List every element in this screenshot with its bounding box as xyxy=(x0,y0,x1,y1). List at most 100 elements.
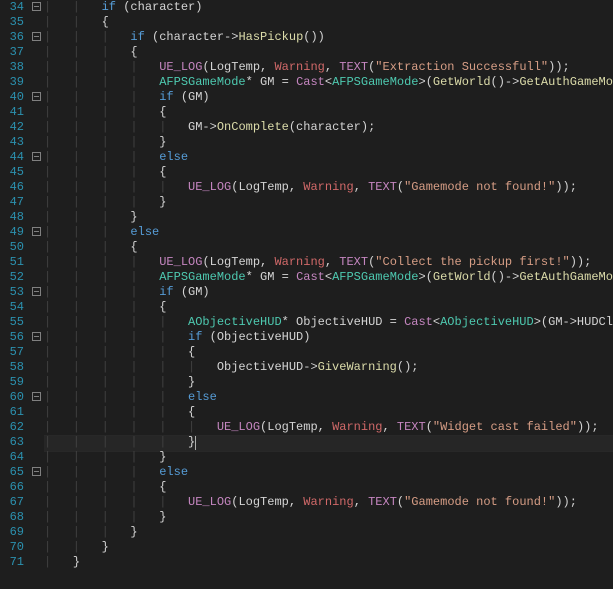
fold-cell[interactable] xyxy=(32,450,44,465)
code-line[interactable]: | | | | } xyxy=(44,135,613,150)
code-line[interactable]: | | | | | } xyxy=(44,435,613,450)
fold-cell[interactable] xyxy=(32,105,44,120)
line-number: 67 xyxy=(0,495,24,510)
code-line[interactable]: | | | | | AObjectiveHUD* ObjectiveHUD = … xyxy=(44,315,613,330)
code-line[interactable]: | | | { xyxy=(44,45,613,60)
fold-cell[interactable] xyxy=(32,525,44,540)
code-line[interactable]: | | | else xyxy=(44,225,613,240)
fold-minus-icon[interactable] xyxy=(32,0,44,15)
fold-cell[interactable] xyxy=(32,240,44,255)
code-line[interactable]: | } xyxy=(44,555,613,570)
code-line[interactable]: | | | | UE_LOG(LogTemp, Warning, TEXT("C… xyxy=(44,255,613,270)
code-line[interactable]: | | | if (character->HasPickup()) xyxy=(44,30,613,45)
fold-cell[interactable] xyxy=(32,480,44,495)
code-line[interactable]: | | | | AFPSGameMode* GM = Cast<AFPSGame… xyxy=(44,270,613,285)
fold-minus-icon[interactable] xyxy=(32,465,44,480)
code-line[interactable]: | | | } xyxy=(44,525,613,540)
fold-cell[interactable] xyxy=(32,120,44,135)
fold-cell[interactable] xyxy=(32,540,44,555)
line-number: 51 xyxy=(0,255,24,270)
fold-cell[interactable] xyxy=(32,180,44,195)
code-area[interactable]: | | if (character)| | {| | | if (charact… xyxy=(44,0,613,570)
line-number: 68 xyxy=(0,510,24,525)
fold-cell[interactable] xyxy=(32,195,44,210)
code-line[interactable]: | | | | | | ObjectiveHUD->GiveWarning(); xyxy=(44,360,613,375)
fold-cell[interactable] xyxy=(32,165,44,180)
fold-cell[interactable] xyxy=(32,300,44,315)
code-line[interactable]: | | | | | } xyxy=(44,375,613,390)
code-line[interactable]: | | | | | if (ObjectiveHUD) xyxy=(44,330,613,345)
fold-cell[interactable] xyxy=(32,135,44,150)
line-number: 59 xyxy=(0,375,24,390)
code-line[interactable]: | | if (character) xyxy=(44,0,613,15)
code-line[interactable]: | | | | } xyxy=(44,450,613,465)
code-line[interactable]: | | | | AFPSGameMode* GM = Cast<AFPSGame… xyxy=(44,75,613,90)
line-number: 70 xyxy=(0,540,24,555)
fold-minus-icon[interactable] xyxy=(32,30,44,45)
fold-minus-icon[interactable] xyxy=(32,90,44,105)
fold-minus-icon[interactable] xyxy=(32,150,44,165)
fold-gutter[interactable] xyxy=(32,0,44,570)
fold-cell[interactable] xyxy=(32,495,44,510)
line-number: 61 xyxy=(0,405,24,420)
fold-cell[interactable] xyxy=(32,60,44,75)
fold-cell[interactable] xyxy=(32,15,44,30)
code-line[interactable]: | | | | } xyxy=(44,195,613,210)
line-number: 34 xyxy=(0,0,24,15)
code-line[interactable]: | | | | { xyxy=(44,300,613,315)
line-number: 49 xyxy=(0,225,24,240)
fold-cell[interactable] xyxy=(32,435,44,450)
line-number: 62 xyxy=(0,420,24,435)
code-line[interactable]: | | { xyxy=(44,15,613,30)
line-number-gutter: 3435363738394041424344454647484950515253… xyxy=(0,0,32,570)
line-number: 69 xyxy=(0,525,24,540)
fold-cell[interactable] xyxy=(32,270,44,285)
code-editor[interactable]: 3435363738394041424344454647484950515253… xyxy=(0,0,613,570)
code-line[interactable]: | | } xyxy=(44,540,613,555)
code-line[interactable]: | | | | | { xyxy=(44,405,613,420)
code-line[interactable]: | | | | UE_LOG(LogTemp, Warning, TEXT("E… xyxy=(44,60,613,75)
fold-cell[interactable] xyxy=(32,405,44,420)
line-number: 45 xyxy=(0,165,24,180)
line-number: 50 xyxy=(0,240,24,255)
fold-cell[interactable] xyxy=(32,45,44,60)
fold-minus-icon[interactable] xyxy=(32,330,44,345)
line-number: 36 xyxy=(0,30,24,45)
fold-cell[interactable] xyxy=(32,210,44,225)
line-number: 55 xyxy=(0,315,24,330)
code-line[interactable]: | | | | if (GM) xyxy=(44,285,613,300)
fold-minus-icon[interactable] xyxy=(32,390,44,405)
fold-minus-icon[interactable] xyxy=(32,225,44,240)
line-number: 37 xyxy=(0,45,24,60)
fold-cell[interactable] xyxy=(32,420,44,435)
fold-minus-icon[interactable] xyxy=(32,285,44,300)
line-number: 39 xyxy=(0,75,24,90)
line-number: 66 xyxy=(0,480,24,495)
line-number: 48 xyxy=(0,210,24,225)
code-line[interactable]: | | | | | UE_LOG(LogTemp, Warning, TEXT(… xyxy=(44,495,613,510)
code-line[interactable]: | | | | { xyxy=(44,480,613,495)
fold-cell[interactable] xyxy=(32,75,44,90)
fold-cell[interactable] xyxy=(32,315,44,330)
fold-cell[interactable] xyxy=(32,345,44,360)
code-line[interactable]: | | | | | else xyxy=(44,390,613,405)
line-number: 64 xyxy=(0,450,24,465)
line-number: 52 xyxy=(0,270,24,285)
code-line[interactable]: | | | | { xyxy=(44,165,613,180)
code-line[interactable]: | | | | if (GM) xyxy=(44,90,613,105)
code-line[interactable]: | | | | else xyxy=(44,150,613,165)
code-line[interactable]: | | | | | GM->OnComplete(character); xyxy=(44,120,613,135)
code-line[interactable]: | | | | | UE_LOG(LogTemp, Warning, TEXT(… xyxy=(44,180,613,195)
code-line[interactable]: | | | | | | UE_LOG(LogTemp, Warning, TEX… xyxy=(44,420,613,435)
fold-cell[interactable] xyxy=(32,360,44,375)
code-line[interactable]: | | | | } xyxy=(44,510,613,525)
code-line[interactable]: | | | | { xyxy=(44,105,613,120)
fold-cell[interactable] xyxy=(32,555,44,570)
code-line[interactable]: | | | { xyxy=(44,240,613,255)
code-line[interactable]: | | | } xyxy=(44,210,613,225)
code-line[interactable]: | | | | else xyxy=(44,465,613,480)
fold-cell[interactable] xyxy=(32,255,44,270)
code-line[interactable]: | | | | | { xyxy=(44,345,613,360)
fold-cell[interactable] xyxy=(32,510,44,525)
fold-cell[interactable] xyxy=(32,375,44,390)
